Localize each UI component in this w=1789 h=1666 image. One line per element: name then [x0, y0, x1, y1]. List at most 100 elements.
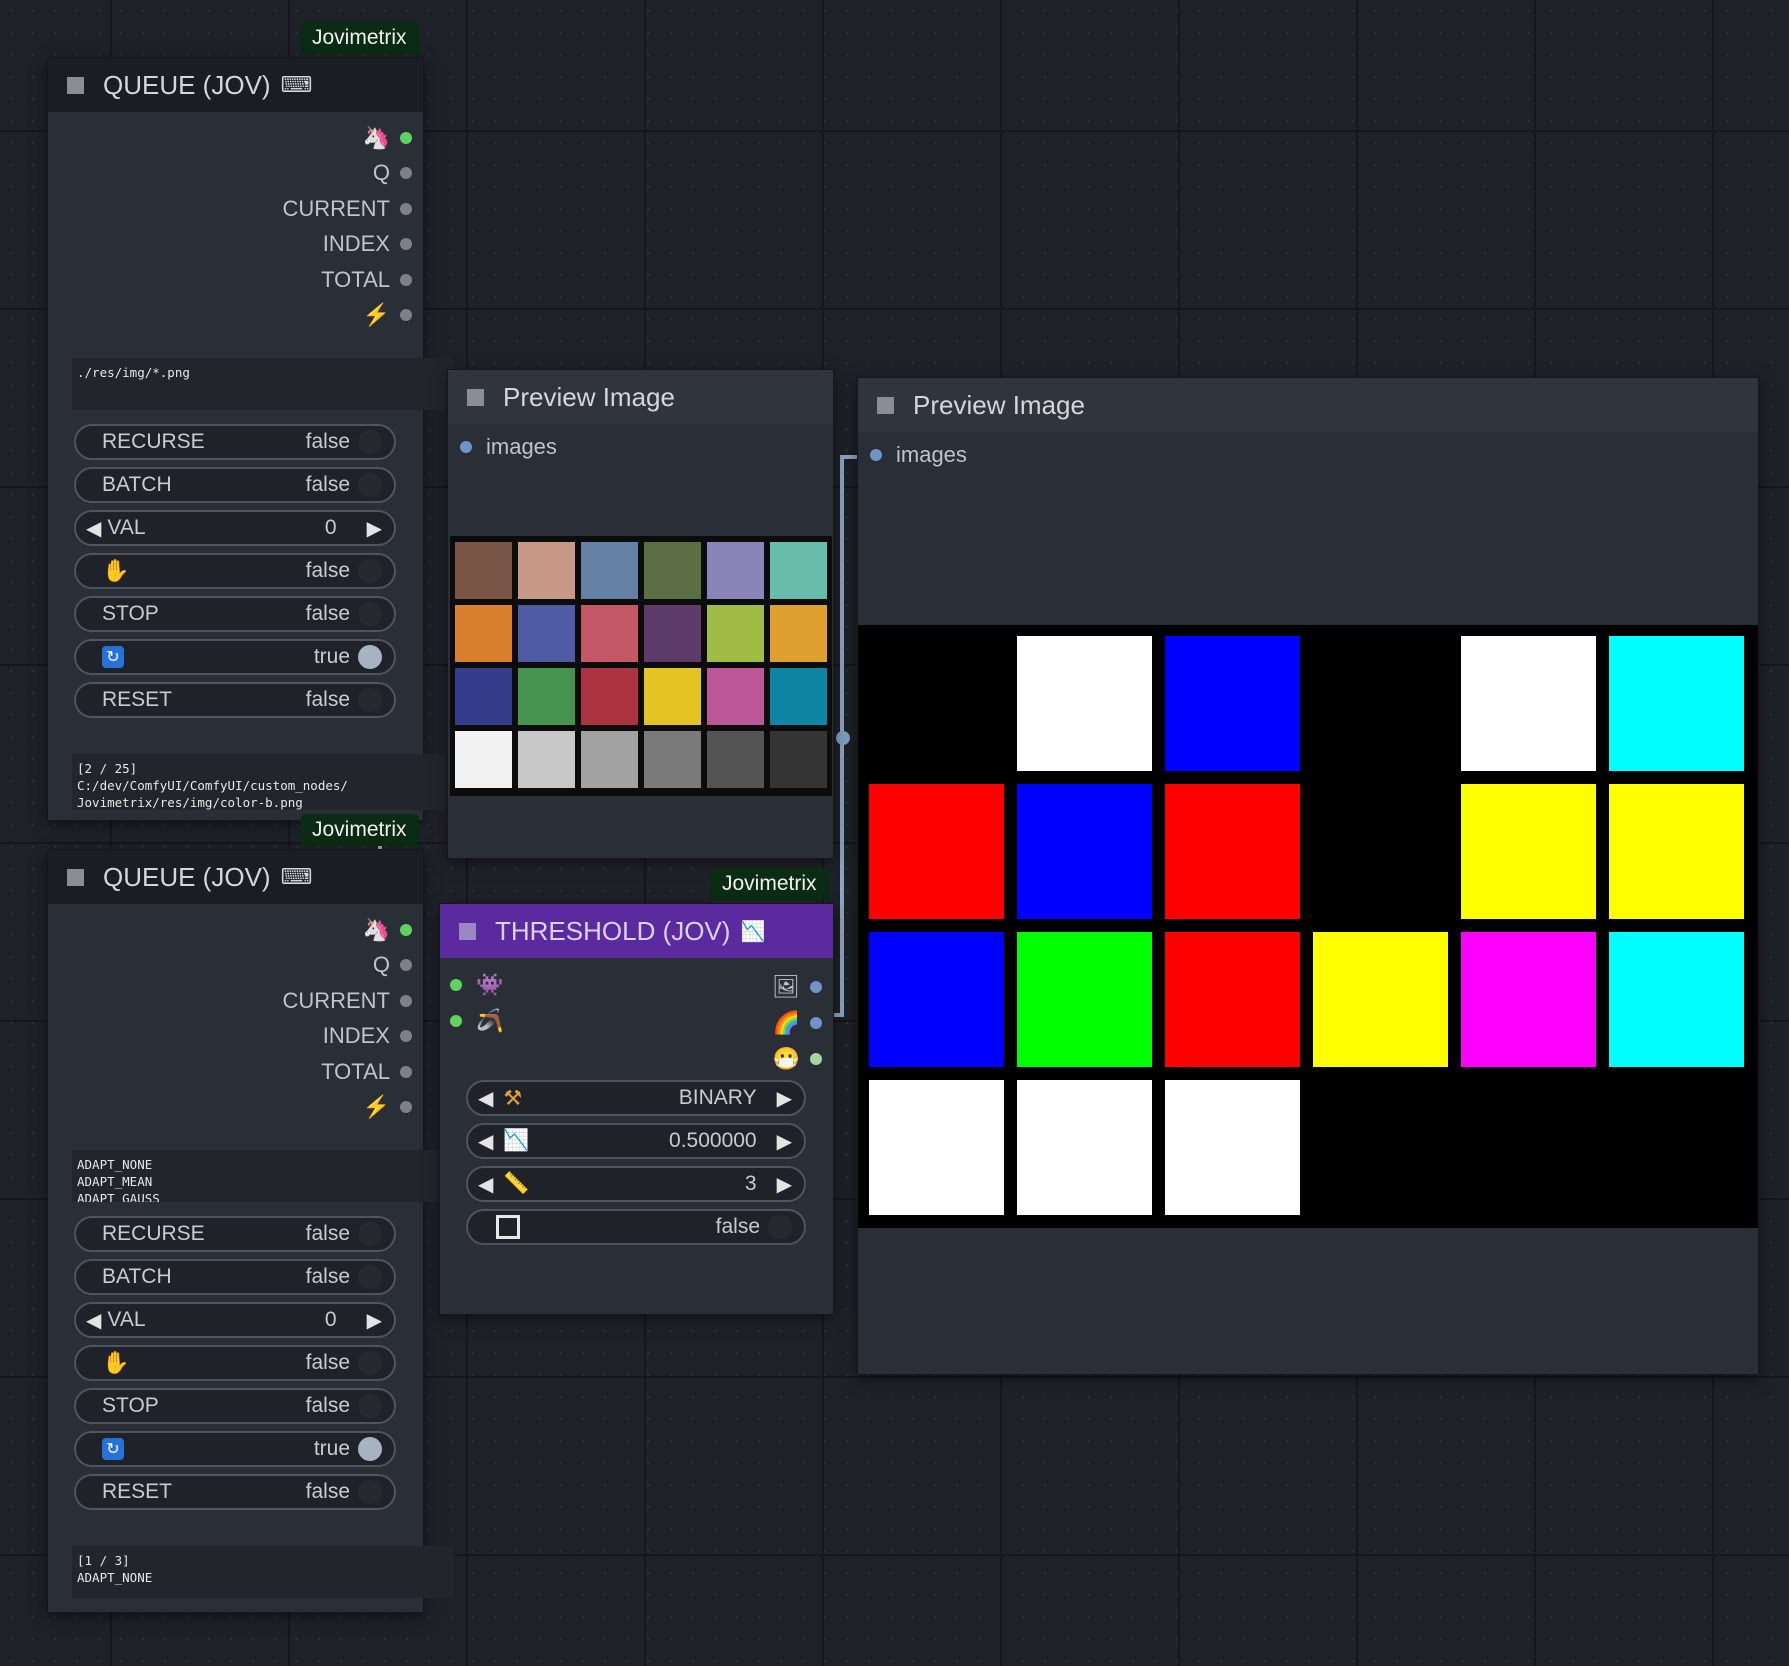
input-dot[interactable] — [870, 449, 882, 461]
output-slot-image[interactable]: 🖼 — [772, 972, 822, 1002]
collapse-toggle-icon[interactable] — [459, 922, 476, 940]
toggle-knob[interactable] — [358, 1351, 382, 1375]
threshold-stepper[interactable]: ◀ 📉 0.500000 ▶ — [466, 1123, 806, 1159]
collapse-toggle-icon[interactable] — [877, 396, 894, 414]
output-slot-current[interactable]: CURRENT — [282, 986, 412, 1016]
collapse-toggle-icon[interactable] — [67, 76, 84, 94]
increment-arrow-icon[interactable]: ▶ — [777, 1129, 792, 1154]
decrement-arrow-icon[interactable]: ◀ — [86, 1308, 101, 1333]
increment-arrow-icon[interactable]: ▶ — [367, 516, 382, 541]
toggle-knob[interactable] — [358, 688, 382, 712]
toggle-knob[interactable] — [358, 1394, 382, 1418]
invert-toggle[interactable]: false — [466, 1209, 806, 1245]
node-header[interactable]: THRESHOLD (JOV) 📉 — [440, 904, 833, 958]
output-slot-trigger[interactable]: ⚡ — [363, 300, 412, 330]
increment-arrow-icon[interactable]: ▶ — [777, 1172, 792, 1197]
output-dot[interactable] — [400, 238, 412, 250]
reset-toggle[interactable]: RESET false — [74, 682, 396, 718]
collapse-toggle-icon[interactable] — [467, 388, 484, 406]
recurse-toggle[interactable]: RECURSE false — [74, 424, 396, 460]
toggle-knob[interactable] — [358, 1437, 382, 1461]
toggle-knob[interactable] — [358, 559, 382, 583]
mode-select[interactable]: ◀ ⚒ BINARY ▶ — [466, 1080, 806, 1116]
output-dot[interactable] — [400, 995, 412, 1007]
queue-text-input[interactable]: ADAPT_NONE ADAPT_MEAN ADAPT_GAUSS — [72, 1150, 454, 1202]
output-slot-any[interactable]: 🦄 — [363, 915, 412, 945]
node-header[interactable]: Preview Image — [448, 370, 833, 424]
toggle-knob[interactable] — [358, 645, 382, 669]
output-dot[interactable] — [400, 1030, 412, 1042]
input-slot-mask[interactable]: 🪃 — [450, 1008, 503, 1034]
output-slot-total[interactable]: TOTAL — [321, 1057, 412, 1087]
decrement-arrow-icon[interactable]: ◀ — [478, 1086, 493, 1111]
queue-node-2[interactable]: QUEUE (JOV) ⌨ 🦄 Q CURRENT INDEX TOTAL ⚡ … — [48, 850, 454, 1612]
output-dot[interactable] — [400, 309, 412, 321]
node-header[interactable]: QUEUE (JOV) ⌨ — [48, 58, 423, 112]
loop-toggle[interactable]: ↻ true — [74, 639, 396, 675]
toggle-knob[interactable] — [358, 1222, 382, 1246]
output-slot-index[interactable]: INDEX — [323, 1021, 412, 1051]
output-dot[interactable] — [400, 924, 412, 936]
batch-toggle[interactable]: BATCH false — [74, 1259, 396, 1295]
output-slot-q[interactable]: Q — [373, 950, 412, 980]
widget-value: false — [305, 559, 350, 582]
widget-value: false — [305, 430, 350, 453]
toggle-knob[interactable] — [358, 602, 382, 626]
toggle-knob[interactable] — [358, 1480, 382, 1504]
decrement-arrow-icon[interactable]: ◀ — [86, 516, 101, 541]
recurse-toggle[interactable]: RECURSE false — [74, 1216, 396, 1252]
threshold-result-image — [858, 625, 1758, 1228]
output-slot-total[interactable]: TOTAL — [321, 265, 412, 295]
queue-node-1[interactable]: QUEUE (JOV) ⌨ 🦄 Q CURRENT INDEX TOTAL ⚡ … — [48, 58, 454, 820]
output-dot[interactable] — [400, 1066, 412, 1078]
output-dot[interactable] — [810, 1053, 822, 1065]
hold-toggle[interactable]: ✋ false — [74, 553, 396, 589]
val-stepper[interactable]: ◀ VAL 0 ▶ — [74, 1302, 396, 1338]
output-dot[interactable] — [400, 203, 412, 215]
output-dot[interactable] — [400, 1101, 412, 1113]
output-dot[interactable] — [400, 274, 412, 286]
toggle-knob[interactable] — [358, 473, 382, 497]
output-dot[interactable] — [810, 981, 822, 993]
toggle-knob[interactable] — [768, 1215, 792, 1239]
val-stepper[interactable]: ◀ VAL 0 ▶ — [74, 510, 396, 546]
input-slot-images[interactable]: images — [870, 442, 967, 468]
output-slot-rgb[interactable]: 🌈 — [773, 1008, 822, 1038]
decrement-arrow-icon[interactable]: ◀ — [478, 1172, 493, 1197]
input-dot[interactable] — [450, 979, 462, 991]
output-slot-any[interactable]: 🦄 — [363, 123, 412, 153]
reset-toggle[interactable]: RESET false — [74, 1474, 396, 1510]
output-slot-q[interactable]: Q — [373, 158, 412, 188]
preview-image-node-1[interactable]: Preview Image images — [448, 370, 833, 858]
input-slot-images[interactable]: images — [460, 434, 557, 460]
output-dot[interactable] — [400, 167, 412, 179]
batch-toggle[interactable]: BATCH false — [74, 467, 396, 503]
output-slot-trigger[interactable]: ⚡ — [363, 1092, 412, 1122]
threshold-node[interactable]: THRESHOLD (JOV) 📉 👾 🪃 🖼 🌈 😷 ◀ ⚒ BINARY ▶ ◀ 📉… — [440, 904, 833, 1314]
toggle-knob[interactable] — [358, 1265, 382, 1289]
output-dot[interactable] — [400, 132, 412, 144]
stop-toggle[interactable]: STOP false — [74, 596, 396, 632]
node-header[interactable]: Preview Image — [858, 378, 1758, 432]
input-dot[interactable] — [450, 1015, 462, 1027]
toggle-knob[interactable] — [358, 430, 382, 454]
increment-arrow-icon[interactable]: ▶ — [777, 1086, 792, 1111]
input-dot[interactable] — [460, 441, 472, 453]
collapse-toggle-icon[interactable] — [67, 868, 84, 886]
output-slot-current[interactable]: CURRENT — [282, 194, 412, 224]
output-slot-index[interactable]: INDEX — [323, 229, 412, 259]
stop-toggle[interactable]: STOP false — [74, 1388, 396, 1424]
block-size-stepper[interactable]: ◀ 📏 3 ▶ — [466, 1166, 806, 1202]
preview-image-node-2[interactable]: Preview Image images — [858, 378, 1758, 1374]
decrement-arrow-icon[interactable]: ◀ — [478, 1129, 493, 1154]
output-dot[interactable] — [400, 959, 412, 971]
node-header[interactable]: QUEUE (JOV) ⌨ — [48, 850, 423, 904]
input-slot-pixel[interactable]: 👾 — [450, 972, 503, 998]
loop-toggle[interactable]: ↻ true — [74, 1431, 396, 1467]
hold-toggle[interactable]: ✋ false — [74, 1345, 396, 1381]
widget-value: false — [305, 1394, 350, 1417]
queue-text-input[interactable]: ./res/img/*.png — [72, 358, 454, 410]
increment-arrow-icon[interactable]: ▶ — [367, 1308, 382, 1333]
output-dot[interactable] — [810, 1017, 822, 1029]
output-slot-mask[interactable]: 😷 — [773, 1044, 822, 1074]
